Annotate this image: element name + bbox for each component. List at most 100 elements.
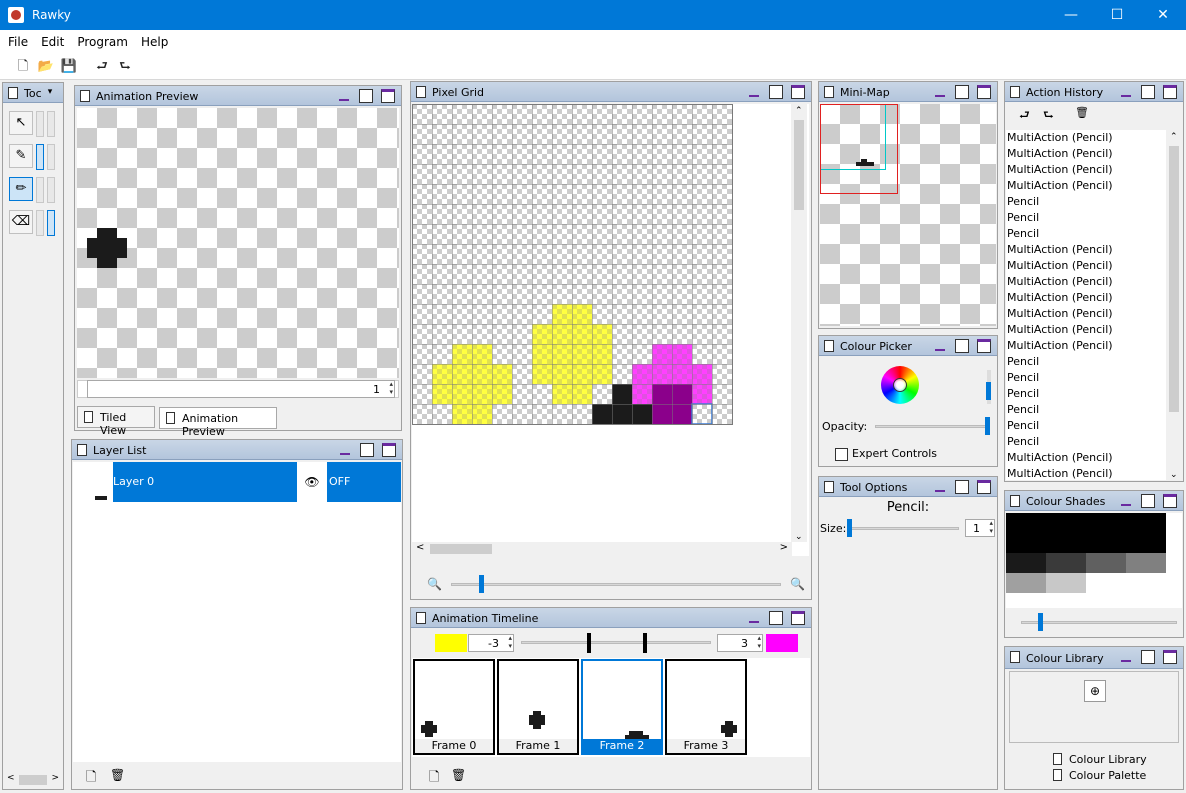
history-clear-icon[interactable]: 🗑 [1075, 106, 1089, 119]
tools-menu-arrow-icon[interactable]: ▾ [43, 85, 57, 99]
onion-left-thumb[interactable] [587, 633, 591, 653]
frame-thumb[interactable]: Frame 3 [665, 659, 747, 755]
tools-h-scrollbar[interactable]: < > [5, 773, 61, 787]
size-slider[interactable] [847, 527, 959, 530]
history-item[interactable]: Pencil [1006, 434, 1166, 450]
shade-swatch[interactable] [1126, 553, 1166, 573]
new-layer-icon[interactable]: 🗋 [86, 768, 96, 790]
maximize-button[interactable]: ☐ [1094, 0, 1140, 30]
zoom-in-icon[interactable]: 🔍 [790, 577, 805, 591]
shades-slider-thumb[interactable] [1038, 613, 1043, 631]
history-item[interactable]: MultiAction (Pencil) [1006, 274, 1166, 290]
history-undo-icon[interactable]: ⮐ [1019, 106, 1030, 127]
pencil-tool-icon[interactable]: ✏ [9, 177, 33, 201]
float-panel-icon[interactable] [769, 85, 783, 99]
float-panel-icon[interactable] [1141, 650, 1155, 664]
minimize-panel-icon[interactable] [1121, 496, 1131, 506]
tab-animation-preview[interactable]: Animation Preview [159, 407, 277, 438]
redo-icon[interactable]: ⮑ [116, 58, 134, 76]
history-item[interactable]: MultiAction (Pencil) [1006, 130, 1166, 146]
history-item[interactable]: MultiAction (Pencil) [1006, 146, 1166, 162]
menu-file[interactable]: File [0, 30, 33, 49]
history-item[interactable]: MultiAction (Pencil) [1006, 466, 1166, 480]
history-item[interactable]: MultiAction (Pencil) [1006, 242, 1166, 258]
float-panel-icon[interactable] [955, 480, 969, 494]
history-item[interactable]: MultiAction (Pencil) [1006, 322, 1166, 338]
close-button[interactable]: ✕ [1140, 0, 1186, 30]
maximize-panel-icon[interactable] [977, 480, 991, 494]
opacity-slider-thumb[interactable] [985, 417, 990, 435]
minimize-panel-icon[interactable] [749, 87, 759, 97]
zoom-slider[interactable] [451, 583, 781, 586]
history-v-scrollbar[interactable]: ⌃ ⌄ [1166, 130, 1182, 480]
onion-right-spinner[interactable]: 3 [717, 634, 763, 652]
history-item[interactable]: Pencil [1006, 194, 1166, 210]
colour-wheel[interactable] [881, 366, 919, 404]
history-redo-icon[interactable]: ⮑ [1043, 106, 1054, 127]
maximize-panel-icon[interactable] [791, 611, 805, 625]
shade-swatch[interactable] [1006, 573, 1046, 593]
maximize-panel-icon[interactable] [977, 85, 991, 99]
onion-right-color[interactable] [766, 634, 798, 652]
mini-map-canvas[interactable] [820, 104, 996, 326]
minimize-panel-icon[interactable] [340, 445, 350, 455]
delete-frame-icon[interactable]: 🗑 [451, 768, 466, 782]
maximize-panel-icon[interactable] [977, 339, 991, 353]
float-panel-icon[interactable] [360, 443, 374, 457]
mini-map-viewport[interactable] [820, 104, 898, 194]
expert-controls-checkbox[interactable] [835, 448, 848, 461]
add-colour-icon[interactable]: ⊕ [1084, 680, 1106, 702]
history-item[interactable]: Pencil [1006, 210, 1166, 226]
animation-preview-canvas[interactable] [77, 108, 399, 378]
history-item[interactable]: MultiAction (Pencil) [1006, 258, 1166, 274]
zoom-slider-thumb[interactable] [479, 575, 484, 593]
onion-left-spinner[interactable]: -3 [468, 634, 514, 652]
grid-h-scrollbar[interactable]: < > [412, 542, 792, 556]
tab-tiled-view[interactable]: Tiled View [77, 406, 155, 437]
eyedropper-tool-icon[interactable]: ✎ [9, 144, 33, 168]
v-scroll-thumb[interactable] [794, 120, 804, 210]
pixel-grid-canvas[interactable] [412, 104, 733, 425]
minimize-button[interactable]: — [1048, 0, 1094, 30]
onion-range-slider[interactable] [521, 641, 711, 644]
size-spinner[interactable]: 1 [965, 519, 995, 537]
size-slider-thumb[interactable] [847, 519, 852, 537]
shade-swatch[interactable] [1046, 573, 1086, 593]
minimize-panel-icon[interactable] [1121, 652, 1131, 662]
frame-thumb[interactable]: Frame 0 [413, 659, 495, 755]
open-file-icon[interactable]: 📂 [37, 58, 55, 76]
history-item[interactable]: Pencil [1006, 402, 1166, 418]
maximize-panel-icon[interactable] [1163, 494, 1177, 508]
onion-left-color[interactable] [435, 634, 467, 652]
history-item[interactable]: MultiAction (Pencil) [1006, 450, 1166, 466]
new-frame-icon[interactable]: 🗋 [429, 768, 439, 790]
minimize-panel-icon[interactable] [749, 613, 759, 623]
tab-colour-library[interactable]: Colour Library [1069, 753, 1147, 766]
h-scroll-thumb[interactable] [430, 544, 492, 554]
save-file-icon[interactable]: 💾 [60, 58, 78, 76]
float-panel-icon[interactable] [1141, 494, 1155, 508]
minimize-panel-icon[interactable] [935, 87, 945, 97]
undo-icon[interactable]: ⮐ [93, 58, 111, 76]
zoom-out-icon[interactable]: 🔍 [427, 577, 442, 591]
shades-slider[interactable] [1021, 621, 1177, 624]
history-scroll-thumb[interactable] [1169, 146, 1179, 412]
history-item[interactable]: Pencil [1006, 386, 1166, 402]
maximize-panel-icon[interactable] [1163, 85, 1177, 99]
maximize-panel-icon[interactable] [1163, 650, 1177, 664]
minimize-panel-icon[interactable] [1121, 87, 1131, 97]
maximize-panel-icon[interactable] [381, 89, 395, 103]
minimize-panel-icon[interactable] [935, 482, 945, 492]
shade-swatch[interactable] [1006, 553, 1046, 573]
shade-swatch[interactable] [1086, 553, 1126, 573]
menu-edit[interactable]: Edit [33, 30, 69, 49]
float-panel-icon[interactable] [359, 89, 373, 103]
select-tool-icon[interactable]: ↖ [9, 111, 33, 135]
shade-swatch[interactable] [1006, 513, 1166, 553]
eraser-tool-icon[interactable]: ⌫ [9, 210, 33, 234]
value-slider-thumb[interactable] [986, 382, 991, 400]
grid-v-scrollbar[interactable]: ⌃ ⌄ [791, 104, 807, 542]
maximize-panel-icon[interactable] [382, 443, 396, 457]
menu-help[interactable]: Help [133, 30, 173, 49]
frame-thumb[interactable]: Frame 1 [497, 659, 579, 755]
